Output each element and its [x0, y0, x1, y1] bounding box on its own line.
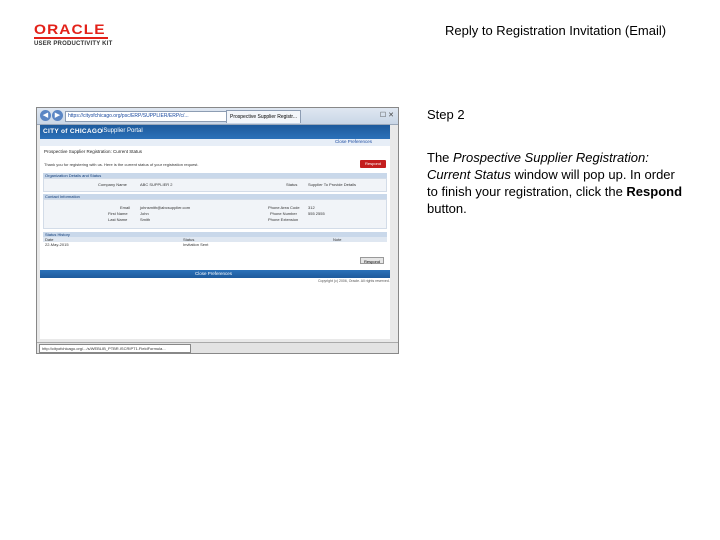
oracle-wordmark: ORACLE: [34, 21, 106, 37]
page-heading: Prospective Supplier Registration: Curre…: [44, 149, 143, 154]
supplier-portal-page: CITY of CHICAGO iSupplier Portal Close P…: [40, 125, 390, 339]
oracle-upk-logo: ORACLE USER PRODUCTIVITY KIT: [34, 22, 124, 47]
first-name-value: John: [140, 211, 149, 216]
browser-tab[interactable]: Prospective Supplier Registr...: [226, 110, 301, 123]
table-row: 22-May-2015 Invitation Sent: [43, 242, 387, 247]
footer-links[interactable]: Close Preferences: [195, 271, 232, 276]
email-value: johnsmith@abcsupplier.com: [140, 205, 191, 210]
slide-title: Reply to Registration Invitation (Email): [445, 23, 667, 38]
portal-links-bar: Close Preferences: [40, 139, 390, 146]
step-label: Step 2: [427, 107, 465, 122]
company-name-label: Company Name: [98, 182, 127, 187]
city-of-chicago-logo: CITY of CHICAGO: [43, 128, 103, 135]
back-icon[interactable]: ◀: [40, 110, 51, 121]
browser-status-bar: http://cityofchicago.org/.../s/WEBLIB_PT…: [37, 342, 398, 353]
copyright-text: Copyright (c) 2006, Oracle. All rights r…: [318, 279, 390, 283]
respond-button[interactable]: Respond: [360, 160, 386, 168]
step-desc-part: The: [427, 150, 454, 165]
status-value: Supplier To Provide Details: [308, 182, 356, 187]
last-name-label: Last Name: [108, 217, 128, 222]
screenshot-thumbnail: ◀ ▶ https://cityofchicago.org/psc/ERP/SU…: [36, 107, 399, 354]
status-label: Status: [286, 182, 298, 187]
phone-number-value: 555 2555: [308, 211, 325, 216]
step-desc-part: button.: [427, 201, 467, 216]
step-description: The Prospective Supplier Registration: C…: [427, 149, 689, 217]
browser-toolbar: ◀ ▶ https://cityofchicago.org/psc/ERP/SU…: [37, 108, 398, 125]
page-info-text: Thank you for registering with us. Here …: [44, 162, 199, 167]
status-bar-text: http://cityofchicago.org/.../s/WEBLIB_PT…: [39, 344, 191, 353]
phone-extension-label: Phone Extension: [268, 217, 299, 222]
phone-area-code-value: 312: [308, 205, 315, 210]
forward-icon[interactable]: ▶: [52, 110, 63, 121]
phone-area-code-label: Phone Area Code: [268, 205, 300, 210]
portal-footer: Close Preferences: [40, 270, 390, 278]
logo-underline: [34, 37, 108, 39]
contact-info-panel: [43, 199, 387, 229]
portal-header: CITY of CHICAGO iSupplier Portal: [40, 125, 390, 139]
first-name-label: First Name: [108, 211, 128, 216]
row-status: Invitation Sent: [183, 242, 209, 247]
respond-button-secondary[interactable]: Respond: [360, 257, 384, 264]
header-links[interactable]: Close Preferences: [335, 139, 372, 144]
portal-title: iSupplier Portal: [102, 128, 143, 134]
company-name-value: ABC SUPPLIER 2: [140, 182, 173, 187]
window-controls-icon[interactable]: ☐ ✕: [380, 111, 394, 119]
step-desc-button-name: Respond: [626, 184, 683, 199]
phone-number-label: Phone Number: [270, 211, 297, 216]
last-name-value: Smith: [140, 217, 151, 222]
upk-subtitle: USER PRODUCTIVITY KIT: [34, 41, 113, 47]
address-bar[interactable]: https://cityofchicago.org/psc/ERP/SUPPLI…: [65, 111, 229, 122]
row-date: 22-May-2015: [45, 242, 69, 247]
email-label: Email: [120, 205, 131, 210]
